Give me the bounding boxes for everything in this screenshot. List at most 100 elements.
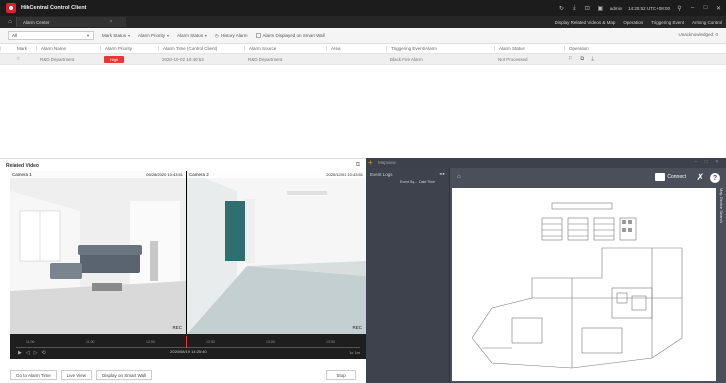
display-on-smart-wall-button[interactable]: Display on Smart Wall <box>95 370 153 380</box>
smart-wall-checkbox[interactable]: Alarm Displayed on Smart Wall <box>255 33 325 38</box>
star-icon[interactable]: ☆ <box>0 56 36 62</box>
close-icon[interactable]: ✕ <box>715 5 722 12</box>
minimize-icon[interactable]: – <box>689 5 696 12</box>
connect-label: Connect <box>667 174 686 180</box>
acknowledge-icon[interactable]: ⚐ <box>568 56 573 62</box>
timeline-tick: 11:30 <box>86 340 95 344</box>
tools-icon[interactable]: ✗ <box>696 172 704 183</box>
camera-label: Camera 2 <box>189 172 209 177</box>
alarm-priority-filter[interactable]: Alarm Priority ▾ <box>138 33 169 38</box>
alarm-table: Mark Alarm Name Alarm Priority Alarm Tim… <box>0 44 726 65</box>
chevron-down-icon: ▼ <box>86 33 90 38</box>
video-area[interactable]: Camera 1 05/28/2020 10:43:51 REC Camera … <box>10 171 366 334</box>
timeline-tick: 13:30 <box>326 340 335 344</box>
zoom-label: 1x <box>349 350 354 355</box>
tab-close-icon[interactable]: × <box>110 19 113 25</box>
popout-icon[interactable]: ⧉ <box>356 162 360 169</box>
home-icon[interactable]: ⌂ <box>4 16 16 28</box>
forward-icon[interactable]: ⧉ <box>580 56 584 62</box>
filter-bar: All ▼ Mark Status ▾ Alarm Priority ▾ Alarm… <box>0 28 726 44</box>
alarm-toolbar: Display Related Videos & Map Operation T… <box>555 16 722 28</box>
refresh-icon[interactable]: ↻ <box>558 5 565 12</box>
priority-badge: High <box>104 55 125 63</box>
camera-timestamp: 2020/12/01 10:43:51 <box>326 172 363 177</box>
camera-view-1[interactable]: Camera 1 05/28/2020 10:43:51 REC <box>10 171 186 334</box>
rec-indicator: REC <box>352 325 362 330</box>
map-panel-header: + Mapview – □ ✕ <box>366 158 726 168</box>
history-alarm-button[interactable]: ◷ History Alarm <box>215 33 248 39</box>
event-logs-nav-icon[interactable]: ◂ ▸ <box>439 171 445 177</box>
alarm-source: R&D Department <box>248 56 283 62</box>
event-logs-columns: Event Sq... Date Time <box>400 180 435 184</box>
column-header[interactable]: Alarm Time (Control Client) <box>158 46 244 51</box>
triggering-event-button[interactable]: Triggering Event <box>651 20 684 25</box>
column-header[interactable]: Alarm Priority <box>100 46 158 51</box>
map-panel: + Mapview – □ ✕ Event Logs ◂ ▸ Event Sq.… <box>366 158 726 383</box>
floor-plan-map[interactable] <box>452 188 716 381</box>
download-icon[interactable]: ⤓ <box>571 5 578 12</box>
related-video-panel: Related Video ⧉ Camera 1 05/28/2020 10:4… <box>0 158 366 383</box>
user-name[interactable]: admin <box>610 6 622 11</box>
window-controls-icon[interactable]: – □ ✕ <box>694 159 722 165</box>
map-home-icon[interactable]: ⌂ <box>457 174 461 180</box>
column-header[interactable]: Area <box>326 46 386 51</box>
pin-icon[interactable]: ⚲ <box>676 5 683 12</box>
arming-control-button[interactable]: Arming Control <box>692 20 722 25</box>
select-value: All <box>12 33 18 38</box>
operation-menu[interactable]: Operation <box>623 20 643 25</box>
column-header[interactable]: Alarm Name <box>36 46 100 51</box>
column-header[interactable]: Alarm Status <box>494 46 564 51</box>
hallway-image <box>187 171 366 334</box>
connect-icon <box>655 173 666 181</box>
timeline-track[interactable]: 11:00 11:30 12:00 12:30 13:00 13:30 <box>16 340 360 348</box>
map-toolbar: ⌂ Connect ✗ ? <box>451 168 726 188</box>
checkbox-label: Alarm Displayed on Smart Wall <box>262 33 325 38</box>
checkbox[interactable] <box>255 33 261 38</box>
title-bar: HikCentral Control Client ↻ ⤓ ⊡ ▣ admin … <box>0 0 726 16</box>
export-icon[interactable]: ⤓ <box>591 56 593 62</box>
triggering-event: Black Fire Alarm <box>390 56 423 62</box>
map-device-search-tab[interactable]: Map Device Search <box>716 188 724 278</box>
playback-timeline[interactable]: 11:00 11:30 12:00 12:30 13:00 13:30 2020… <box>10 334 366 359</box>
playback-controls[interactable]: ▶◁▷⟲ <box>18 350 50 356</box>
tab-alarm-center[interactable]: Alarm Center × <box>16 17 127 27</box>
go-to-alarm-time-button[interactable]: Go to Alarm Time <box>10 370 57 380</box>
app-logo-icon <box>6 3 16 13</box>
display-related-button[interactable]: Display Related Videos & Map <box>555 20 616 25</box>
span-label: 1m <box>354 350 360 355</box>
video-action-buttons: Go to Alarm Time Live View Display on Sm… <box>10 370 153 380</box>
alarm-status: Not Processed <box>498 56 528 62</box>
connect-button[interactable]: Connect <box>655 173 686 181</box>
camera-timestamp: 05/28/2020 10:43:51 <box>146 172 183 177</box>
mark-status-filter[interactable]: Mark Status ▾ <box>102 33 130 38</box>
monitor-icon[interactable]: ▣ <box>597 5 604 12</box>
map-panel-label: Mapview <box>378 160 396 165</box>
filter-label: History Alarm <box>220 33 248 38</box>
timeline-current-time: 2020/08/19 14:25:40 <box>170 349 207 354</box>
panel-title: Related Video <box>6 163 39 169</box>
alarm-status-filter[interactable]: Alarm Status ▾ <box>177 33 207 38</box>
timeline-cursor[interactable] <box>186 336 187 348</box>
timeline-zoom[interactable]: 1x 1m <box>349 350 360 355</box>
stop-button[interactable]: Stop <box>326 370 356 380</box>
add-icon[interactable]: + <box>368 158 373 168</box>
column-header[interactable]: Alarm Source <box>244 46 326 51</box>
table-row[interactable]: ☆ R&D Department High 2020-10-02 10:40:5… <box>0 54 726 65</box>
alarm-time: 2020-10-02 10:40:53 <box>162 56 204 62</box>
alarm-filter-select[interactable]: All ▼ <box>8 31 94 40</box>
event-logs-title: Event Logs <box>370 172 393 177</box>
column-header[interactable]: Date Time <box>419 180 435 184</box>
column-header[interactable]: Event Sq... <box>400 180 417 184</box>
filter-label: Alarm Priority <box>138 33 166 38</box>
table-header: Mark Alarm Name Alarm Priority Alarm Tim… <box>0 44 726 54</box>
help-icon[interactable]: ? <box>710 173 720 183</box>
tab-label: Alarm Center <box>23 19 50 25</box>
event-logs-pane: Event Logs ◂ ▸ Event Sq... Date Time <box>366 168 450 383</box>
column-header[interactable]: Operation <box>564 46 724 51</box>
column-header[interactable]: Mark <box>0 46 36 51</box>
maximize-icon[interactable]: □ <box>702 5 709 12</box>
live-view-button[interactable]: Live View <box>60 370 92 380</box>
camera-view-2[interactable]: Camera 2 2020/12/01 10:43:51 REC <box>187 171 366 334</box>
column-header[interactable]: Triggering Event/Alarm <box>386 46 494 51</box>
lock-icon[interactable]: ⊡ <box>584 5 591 12</box>
